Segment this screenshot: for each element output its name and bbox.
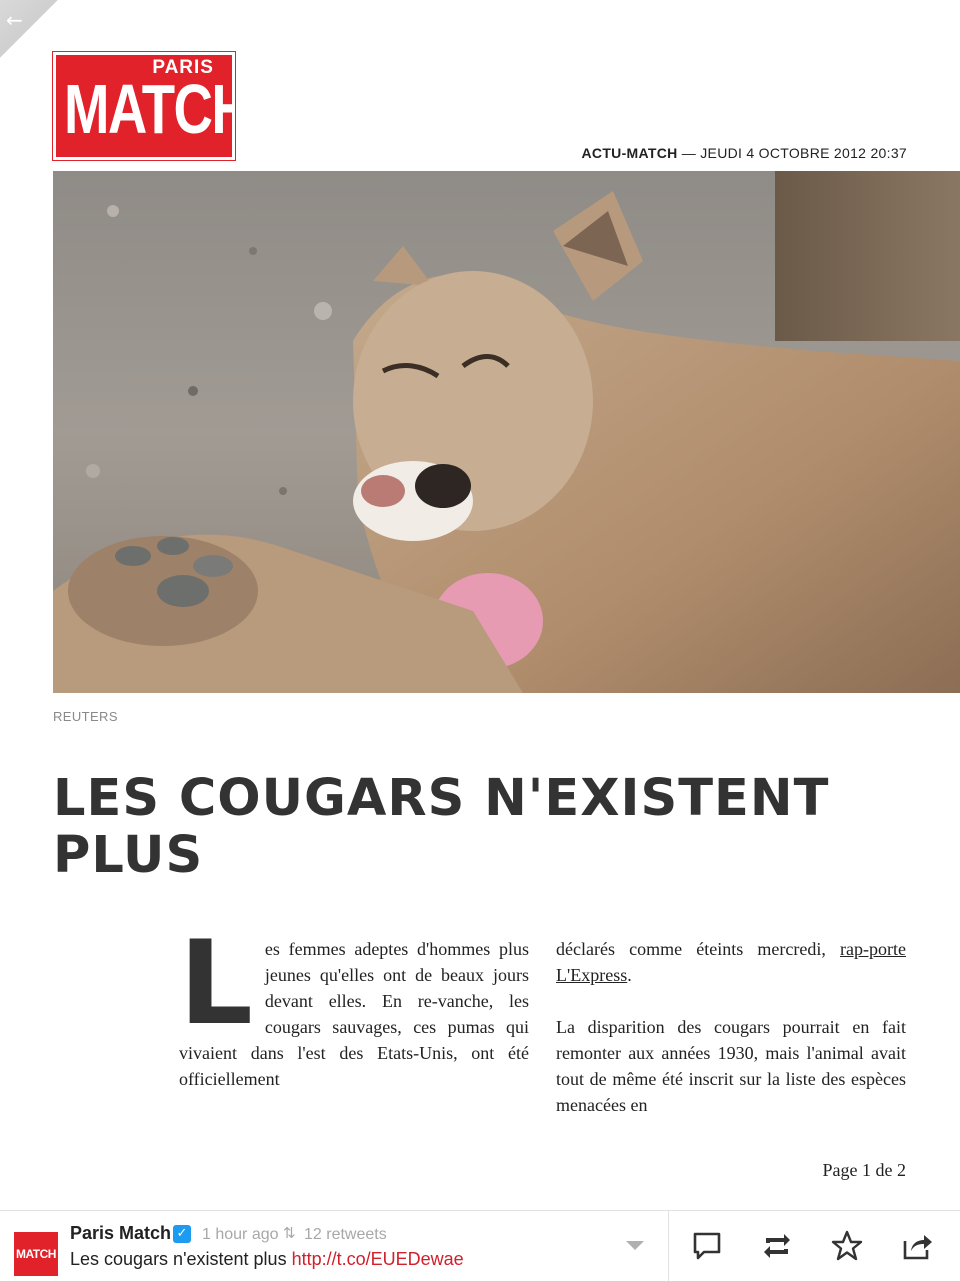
paragraph-1-end: déclarés comme éteints mercredi, rap-por… bbox=[556, 936, 906, 988]
tweet-bar: MATCH Paris Match ✓ 1 hour ago ⇅ 12 retw… bbox=[0, 1210, 960, 1281]
share-button[interactable] bbox=[900, 1229, 934, 1263]
retweet-button[interactable] bbox=[760, 1229, 794, 1263]
article-column-2: déclarés comme éteints mercredi, rap-por… bbox=[556, 936, 906, 1144]
publish-date: JEUDI 4 OCTOBRE 2012 20:37 bbox=[700, 145, 907, 161]
article-headline: LES COUGARS N'EXISTENT PLUS bbox=[53, 770, 913, 884]
favorite-button[interactable] bbox=[830, 1229, 864, 1263]
tweet-text: Les cougars n'existent plus http://t.co/… bbox=[70, 1249, 464, 1270]
toolbar-divider bbox=[668, 1211, 669, 1281]
dateline-separator: — bbox=[677, 145, 701, 161]
tweet-text-body: Les cougars n'existent plus bbox=[70, 1249, 292, 1269]
paragraph-1-period: . bbox=[627, 965, 632, 985]
dateline: ACTU-MATCH — JEUDI 4 OCTOBRE 2012 20:37 bbox=[582, 145, 908, 161]
retweet-small-icon: ⇅ bbox=[283, 1224, 296, 1242]
tweet-avatar[interactable]: MATCH bbox=[14, 1232, 58, 1276]
logo-match-text: MATCH bbox=[64, 70, 235, 148]
share-icon bbox=[903, 1235, 932, 1260]
paris-match-logo: PARIS MATCH bbox=[52, 51, 236, 161]
photo-credit: REUTERS bbox=[53, 709, 118, 724]
tweet-retweet-count: 12 retweets bbox=[304, 1226, 387, 1243]
article-column-1: L es femmes adeptes d'hommes plus jeunes… bbox=[179, 916, 529, 1092]
drop-cap: L bbox=[179, 916, 253, 1051]
headline-line-2: PLUS bbox=[53, 826, 204, 885]
tweet-account-name[interactable]: Paris Match bbox=[70, 1223, 171, 1244]
section-label[interactable]: ACTU-MATCH bbox=[582, 145, 678, 161]
page-indicator: Page 1 de 2 bbox=[822, 1160, 906, 1180]
favorite-star-icon bbox=[831, 1230, 863, 1261]
paragraph-1-continued: déclarés comme éteints mercredi, bbox=[556, 939, 841, 959]
back-corner-button[interactable]: ← bbox=[0, 0, 58, 58]
back-arrow-icon: ← bbox=[6, 8, 23, 32]
reply-button[interactable] bbox=[690, 1229, 724, 1263]
tweet-time: 1 hour ago bbox=[202, 1226, 279, 1243]
headline-line-1: LES COUGARS N'EXISTENT bbox=[53, 769, 830, 828]
paragraph-2: La disparition des cougars pourrait en f… bbox=[556, 1017, 906, 1115]
verified-badge-icon: ✓ bbox=[173, 1225, 191, 1243]
cougar-photo-illustration bbox=[53, 171, 960, 693]
reply-icon bbox=[693, 1232, 721, 1260]
retweet-icon bbox=[764, 1234, 790, 1258]
cougar-photo[interactable] bbox=[53, 171, 960, 693]
tweet-link[interactable]: http://t.co/EUEDewae bbox=[292, 1249, 464, 1269]
chevron-down-icon[interactable] bbox=[626, 1241, 644, 1250]
